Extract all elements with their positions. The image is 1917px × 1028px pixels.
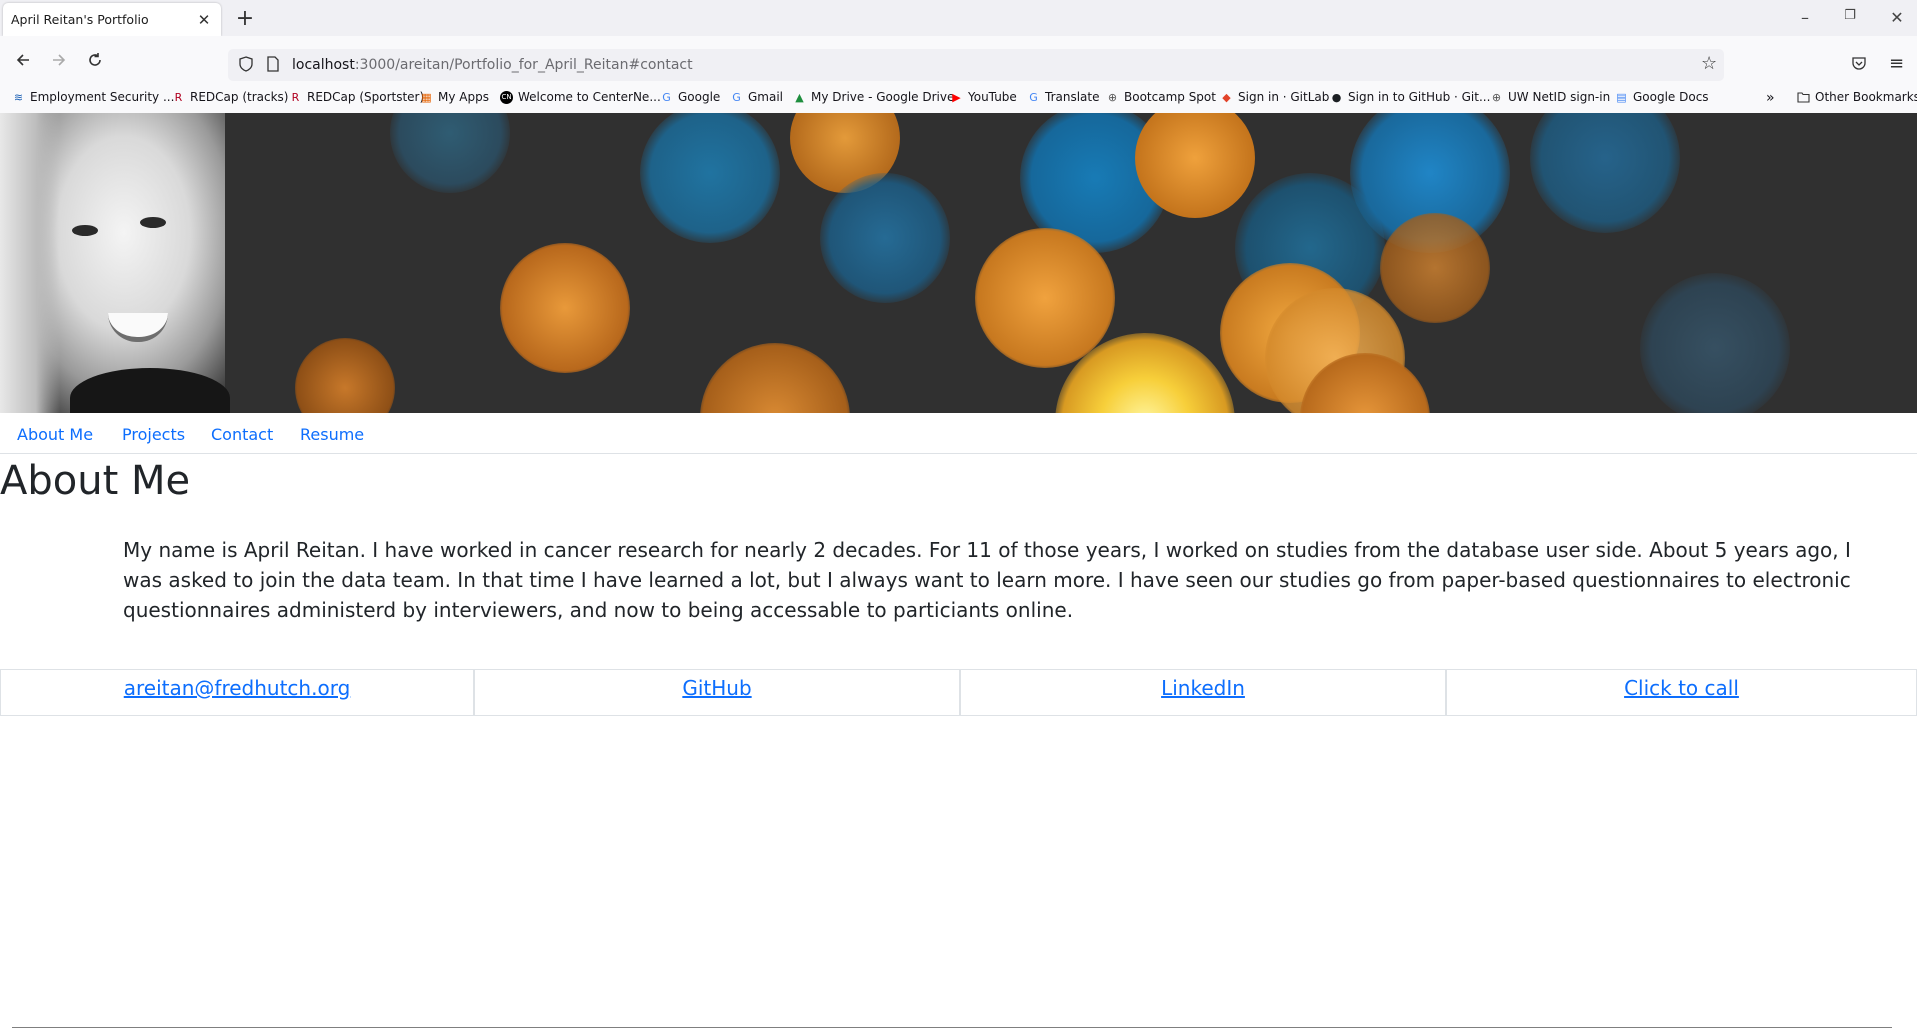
bookmark-favicon-icon: CN (500, 90, 513, 104)
bookmark-label: REDCap (tracks) (190, 90, 289, 104)
bookmark-item[interactable]: ▲ My Drive - Google Drive (793, 90, 954, 104)
contact-cell-call: Click to call (1446, 669, 1917, 716)
bookmark-item[interactable]: ≋ Employment Security ... (12, 90, 175, 104)
bookmark-label: Sign in to GitHub · Git... (1348, 90, 1491, 104)
profile-photo-left-eye (72, 225, 98, 236)
profile-photo-hair (0, 113, 60, 413)
bookmark-item[interactable]: R REDCap (tracks) (172, 90, 289, 104)
shield-icon[interactable] (238, 56, 254, 76)
bookmark-item[interactable]: ● Sign in to GitHub · Git... (1330, 90, 1491, 104)
browser-tab[interactable]: April Reitan's Portfolio ✕ (3, 3, 221, 36)
new-tab-button[interactable]: + (232, 6, 258, 31)
url-host: localhost (292, 57, 355, 73)
other-bookmarks-label: Other Bookmarks (1815, 90, 1917, 104)
bookmark-item[interactable]: ▶ YouTube (950, 90, 1017, 104)
bookmark-favicon-icon: ⊕ (1107, 90, 1118, 104)
forward-arrow-icon[interactable] (44, 49, 74, 79)
contact-cell-linkedin: LinkedIn (960, 669, 1446, 716)
reload-icon[interactable] (80, 49, 110, 79)
tab-title: April Reitan's Portfolio (11, 12, 149, 27)
bookmark-item[interactable]: G Google (660, 90, 720, 104)
bookmark-item[interactable]: CN Welcome to CenterNe... (500, 90, 661, 104)
contact-cell-email: areitan@fredhutch.org (0, 669, 474, 716)
bookmark-label: UW NetID sign-in (1508, 90, 1611, 104)
github-link[interactable]: GitHub (682, 676, 751, 700)
bookmark-favicon-icon: R (174, 90, 183, 104)
bookmark-label: Google (678, 90, 721, 104)
bookmark-label: REDCap (Sportster) (307, 90, 425, 104)
bookmark-label: Employment Security ... (30, 90, 175, 104)
back-arrow-icon[interactable] (8, 49, 38, 79)
bookmark-label: Welcome to CenterNe... (518, 90, 661, 104)
nav-contact[interactable]: Contact (211, 425, 273, 444)
profile-photo-right-eye (140, 217, 166, 228)
bookmark-favicon-icon: ▦ (421, 90, 432, 104)
bookmark-label: My Drive - Google Drive (811, 90, 955, 104)
bookmark-label: Bootcamp Spot (1124, 90, 1216, 104)
bookmark-favicon-icon: ● (1331, 90, 1342, 104)
bookmark-favicon-icon: ≋ (13, 90, 24, 104)
close-tab-icon[interactable]: ✕ (195, 11, 213, 29)
pocket-icon[interactable] (1851, 55, 1867, 75)
folder-icon (1797, 91, 1810, 104)
bookmark-star-icon[interactable]: ☆ (1701, 53, 1717, 74)
profile-photo-smile (108, 313, 168, 342)
other-bookmarks[interactable]: Other Bookmarks (1797, 90, 1917, 104)
bookmark-label: YouTube (968, 90, 1017, 104)
contact-cell-github: GitHub (474, 669, 960, 716)
bookmark-item[interactable]: ⊕ UW NetID sign-in (1490, 90, 1610, 104)
profile-photo-shoulder (70, 368, 230, 413)
bookmark-favicon-icon: ▶ (952, 90, 961, 104)
bookmark-item[interactable]: ▤ Google Docs (1615, 90, 1709, 104)
about-heading: About Me (0, 458, 191, 504)
contact-links: areitan@fredhutch.org GitHub LinkedIn Cl… (0, 669, 1917, 716)
email-link[interactable]: areitan@fredhutch.org (124, 676, 351, 700)
bookmark-favicon-icon: ▤ (1616, 90, 1627, 104)
bookmark-label: Sign in · GitLab (1238, 90, 1330, 104)
bookmark-label: Gmail (748, 90, 784, 104)
call-link[interactable]: Click to call (1624, 676, 1739, 700)
site-nav: About Me Projects Contact Resume (0, 413, 1917, 454)
nav-projects[interactable]: Projects (122, 425, 185, 444)
bookmark-favicon-icon: ⊕ (1491, 90, 1502, 104)
window-close-icon[interactable]: ✕ (1887, 8, 1907, 27)
tab-strip: April Reitan's Portfolio ✕ + – ❐ ✕ (0, 0, 1917, 36)
bookmarks-overflow-icon[interactable]: » (1766, 90, 1775, 106)
restore-icon[interactable]: ❐ (1840, 8, 1860, 23)
bookmark-favicon-icon: G (732, 90, 741, 104)
page-info-icon[interactable] (266, 56, 280, 76)
nav-resume[interactable]: Resume (300, 425, 364, 444)
bookmark-favicon-icon: ◆ (1222, 90, 1231, 104)
profile-photo (0, 113, 230, 413)
bookmark-item[interactable]: ⊕ Bootcamp Spot (1106, 90, 1216, 104)
hero-banner (0, 113, 1917, 413)
bookmark-favicon-icon: R (291, 90, 300, 104)
bookmark-favicon-icon: G (662, 90, 671, 104)
bookmark-label: Translate (1045, 90, 1100, 104)
bookmark-favicon-icon: G (1029, 90, 1038, 104)
url-text: localhost:3000/areitan/Portfolio_for_Apr… (292, 57, 693, 73)
linkedin-link[interactable]: LinkedIn (1161, 676, 1245, 700)
bookmark-item[interactable]: G Gmail (730, 90, 783, 104)
menu-icon[interactable]: ≡ (1889, 53, 1904, 74)
bookmark-item[interactable]: ▦ My Apps (420, 90, 489, 104)
bookmark-item[interactable]: ◆ Sign in · GitLab (1220, 90, 1329, 104)
bookmark-item[interactable]: R REDCap (Sportster) (289, 90, 425, 104)
bookmark-favicon-icon: ▲ (795, 90, 804, 104)
about-paragraph: My name is April Reitan. I have worked i… (123, 538, 1851, 622)
minimize-icon[interactable]: – (1795, 8, 1815, 27)
url-path: :3000/areitan/Portfolio_for_April_Reitan… (354, 57, 693, 73)
nav-about-me[interactable]: About Me (17, 425, 93, 444)
bookmark-item[interactable]: G Translate (1027, 90, 1100, 104)
bookmark-label: My Apps (438, 90, 489, 104)
bookmark-label: Google Docs (1633, 90, 1709, 104)
